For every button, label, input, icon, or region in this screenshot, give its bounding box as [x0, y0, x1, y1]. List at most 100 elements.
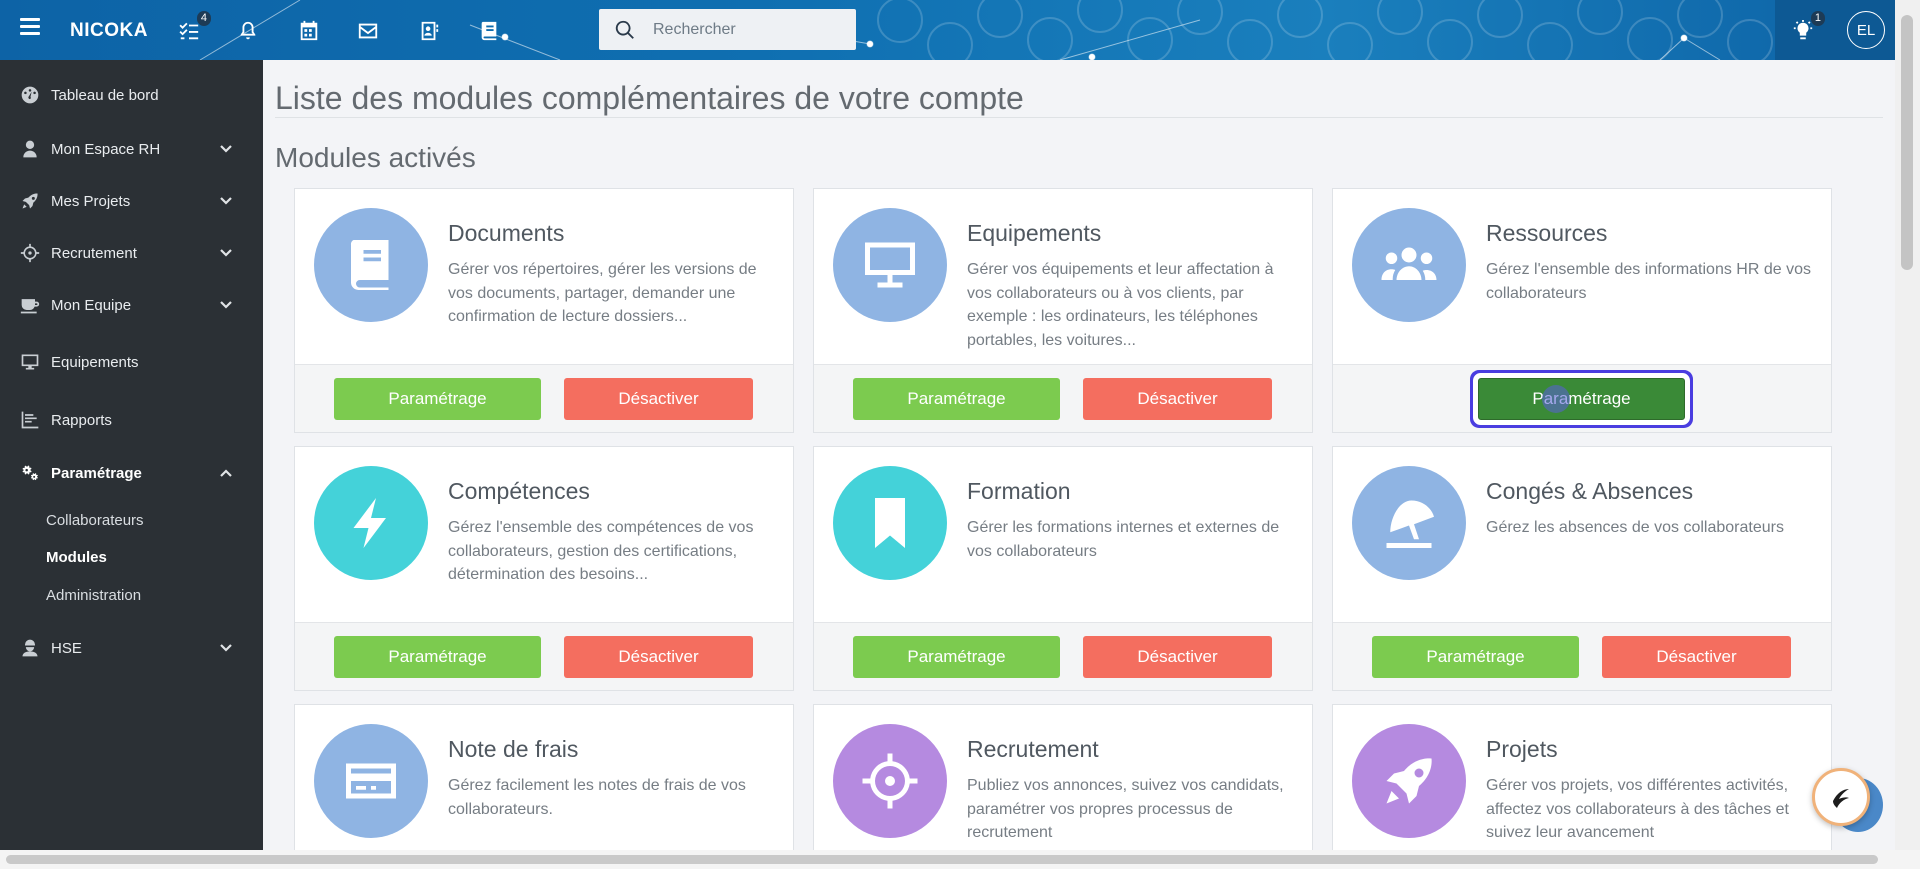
- module-name: Recrutement: [967, 736, 1099, 762]
- mail-icon[interactable]: [355, 18, 381, 44]
- module-actions: Paramétrage Désactiver: [295, 364, 793, 432]
- module-description: Gérez facilement les notes de frais de v…: [448, 777, 746, 818]
- rocket-icon: [1352, 724, 1466, 838]
- search-icon: [615, 20, 634, 39]
- module-card-competences: Compétences Gérez l'ensemble des compéte…: [294, 446, 794, 691]
- module-description: Gérer les formations internes et externe…: [967, 519, 1280, 560]
- umbrella-beach-icon: [1352, 466, 1466, 580]
- monitor-icon: [19, 351, 41, 373]
- module-name: Formation: [967, 478, 1071, 504]
- book-icon[interactable]: [476, 18, 502, 44]
- settings-button[interactable]: Paramétrage: [1372, 636, 1579, 678]
- disable-button[interactable]: Désactiver: [564, 378, 753, 420]
- module-description: Gérer vos projets, vos différentes activ…: [1486, 777, 1789, 841]
- user-avatar[interactable]: EL: [1847, 11, 1885, 49]
- sidebar-subitem-administration[interactable]: Administration: [46, 587, 141, 604]
- user-icon: [19, 138, 41, 160]
- tasks-icon[interactable]: 4: [176, 11, 211, 44]
- module-description: Gérez l'ensemble des informations HR de …: [1486, 261, 1811, 302]
- module-description: Gérez les absences de vos collaborateurs: [1486, 519, 1784, 536]
- disable-button[interactable]: Désactiver: [1083, 636, 1272, 678]
- credit-card-icon: [314, 724, 428, 838]
- settings-button[interactable]: Paramétrage: [334, 378, 541, 420]
- main-content: Liste des modules complémentaires de vot…: [263, 60, 1895, 864]
- sidebar-item-recrutement[interactable]: Recrutement: [0, 231, 263, 275]
- horizontal-scrollbar-thumb[interactable]: [6, 855, 1878, 864]
- search-box[interactable]: [599, 9, 856, 50]
- support-chat-button[interactable]: [1812, 768, 1870, 826]
- contact-card-icon[interactable]: [416, 18, 442, 44]
- monitor-icon: [833, 208, 947, 322]
- sidebar-item-mon-equipe[interactable]: Mon Equipe: [0, 283, 263, 327]
- sidebar-item-dashboard[interactable]: Tableau de bord: [0, 73, 263, 117]
- module-name: Compétences: [448, 478, 590, 504]
- module-actions: Paramétrage: [1333, 364, 1831, 432]
- sidebar-item-label: Equipements: [51, 353, 139, 371]
- module-name: Note de frais: [448, 736, 579, 762]
- disable-button[interactable]: Désactiver: [564, 636, 753, 678]
- sidebar-item-rapports[interactable]: Rapports: [0, 398, 263, 442]
- menu-toggle-icon[interactable]: [20, 18, 40, 36]
- chevron-down-icon: [219, 142, 233, 156]
- module-card-ressources: Ressources Gérez l'ensemble des informat…: [1332, 188, 1832, 433]
- module-card-equipements: Equipements Gérer vos équipements et leu…: [813, 188, 1313, 433]
- chevron-down-icon: [219, 298, 233, 312]
- tasks-badge: 4: [196, 11, 211, 26]
- module-card-recrutement: Recrutement Publiez vos annonces, suivez…: [813, 704, 1313, 864]
- sidebar-subitem-collaborateurs[interactable]: Collaborateurs: [46, 512, 144, 529]
- sidebar-item-label: HSE: [51, 639, 82, 657]
- chevron-down-icon: [219, 194, 233, 208]
- module-name: Projets: [1486, 736, 1558, 762]
- sidebar-item-label: Tableau de bord: [51, 86, 159, 104]
- brand-logo[interactable]: NICOKA: [70, 20, 148, 42]
- settings-button[interactable]: Paramétrage: [334, 636, 541, 678]
- settings-button[interactable]: Paramétrage: [853, 636, 1060, 678]
- gears-icon: [19, 462, 41, 484]
- sidebar-item-equipements[interactable]: Equipements: [0, 340, 263, 384]
- sidebar-item-hse[interactable]: HSE: [0, 626, 263, 670]
- sidebar-item-mes-projets[interactable]: Mes Projets: [0, 179, 263, 223]
- chart-icon: [19, 409, 41, 431]
- header-pattern: [199, 0, 1773, 60]
- top-header: [0, 0, 1895, 60]
- crosshair-icon: [19, 242, 41, 264]
- module-card-projets: Projets Gérer vos projets, vos différent…: [1332, 704, 1832, 864]
- module-name: Documents: [448, 220, 565, 246]
- settings-button[interactable]: Paramétrage: [853, 378, 1060, 420]
- vertical-scrollbar-thumb[interactable]: [1901, 15, 1913, 270]
- module-card-note-de-frais: Note de frais Gérez facilement les notes…: [294, 704, 794, 864]
- coffee-icon: [19, 294, 41, 316]
- bell-icon[interactable]: [235, 18, 261, 44]
- dashboard-icon: [19, 84, 41, 106]
- bolt-icon: [314, 466, 428, 580]
- module-actions: Paramétrage Désactiver: [814, 622, 1312, 690]
- module-actions: Paramétrage Désactiver: [1333, 622, 1831, 690]
- module-card-formation: Formation Gérer les formations internes …: [813, 446, 1313, 691]
- disable-button[interactable]: Désactiver: [1602, 636, 1791, 678]
- settings-button[interactable]: Paramétrage: [1478, 378, 1685, 420]
- page-title: Liste des modules complémentaires de vot…: [275, 80, 1024, 116]
- sidebar-subitem-modules[interactable]: Modules: [46, 549, 107, 566]
- notifications-badge: 1: [1810, 11, 1825, 26]
- section-title: Modules activés: [275, 142, 476, 173]
- chevron-up-icon: [219, 466, 233, 480]
- module-description: Gérer vos équipements et leur affectatio…: [967, 261, 1274, 349]
- module-actions: Paramétrage Désactiver: [295, 622, 793, 690]
- book-icon: [314, 208, 428, 322]
- sidebar-item-label: Paramétrage: [51, 464, 142, 482]
- chevron-down-icon: [219, 641, 233, 655]
- calendar-icon[interactable]: [296, 18, 322, 44]
- module-description: Publiez vos annonces, suivez vos candida…: [967, 777, 1284, 841]
- sidebar-item-label: Rapports: [51, 411, 112, 429]
- sidebar-item-parametrage[interactable]: Paramétrage: [0, 451, 263, 495]
- sidebar-item-mon-espace-rh[interactable]: Mon Espace RH: [0, 127, 263, 171]
- disable-button[interactable]: Désactiver: [1083, 378, 1272, 420]
- sidebar-item-label: Mes Projets: [51, 192, 131, 210]
- lightbulb-icon[interactable]: 1: [1790, 11, 1825, 44]
- search-input[interactable]: [653, 20, 843, 39]
- module-description: Gérez l'ensemble des compétences de vos …: [448, 519, 754, 583]
- module-actions: Paramétrage Désactiver: [814, 364, 1312, 432]
- mouse-cursor: [1542, 385, 1570, 413]
- sidebar-item-label: Mon Equipe: [51, 296, 132, 314]
- module-card-conges-absences: Congés & Absences Gérez les absences de …: [1332, 446, 1832, 691]
